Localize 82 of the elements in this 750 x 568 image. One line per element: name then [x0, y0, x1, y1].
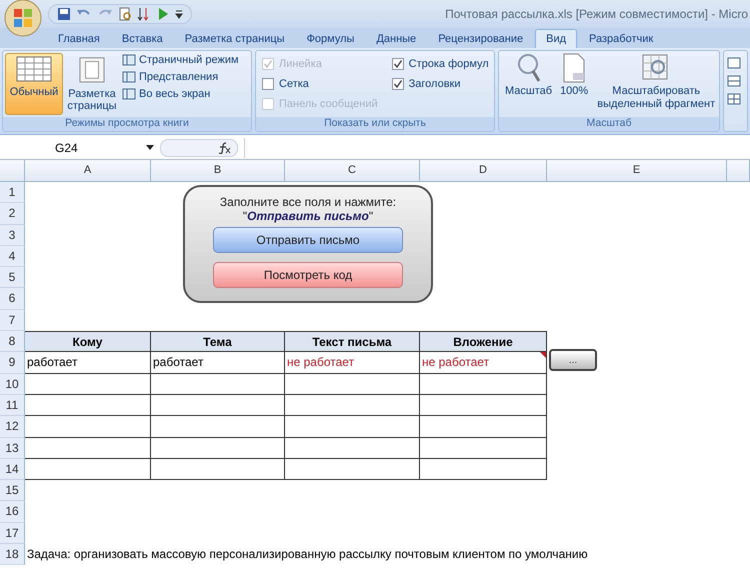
view-button[interactable]: Страничный режим [121, 53, 240, 67]
view-code-button[interactable]: Посмотреть код [213, 262, 403, 288]
ribbon-tab[interactable]: Рецензирование [428, 29, 534, 48]
column-header[interactable]: B [151, 160, 285, 182]
grid-icon [16, 56, 52, 82]
zoom-button[interactable]: Масштаб [505, 53, 552, 98]
group-label: Масштаб [499, 117, 719, 131]
group-label: Режимы просмотра книги [3, 117, 251, 131]
checkbox-icon [262, 78, 274, 90]
window-icon[interactable] [727, 57, 741, 69]
view-button[interactable]: Обычный [5, 53, 63, 115]
column-header[interactable]: E [547, 160, 727, 182]
window-icon[interactable] [727, 75, 741, 87]
checkbox-icon [262, 98, 274, 110]
table-header-cell: Вложение [420, 331, 547, 352]
column-header[interactable]: C [285, 160, 420, 182]
row-header[interactable]: 11 [0, 394, 25, 416]
magnifier-icon [516, 53, 542, 83]
checkbox-icon [392, 58, 404, 70]
row-header[interactable]: 15 [0, 480, 25, 502]
column-header[interactable]: D [420, 160, 547, 182]
window-icon [122, 88, 136, 100]
ribbon-tab[interactable]: Главная [48, 29, 110, 48]
instruction-text: Заполните все поля и нажмите: [220, 195, 396, 209]
sort-icon[interactable] [137, 7, 151, 21]
row-header[interactable]: 17 [0, 522, 25, 544]
ribbon-tab[interactable]: Разметка страницы [174, 29, 295, 48]
name-box[interactable]: G24 [0, 141, 140, 155]
zoom-button[interactable]: Масштабировать выделенный фрагмент [596, 53, 716, 110]
row-header[interactable]: 5 [0, 267, 25, 288]
ribbon-tab[interactable]: Данные [366, 29, 426, 48]
ribbon-tab[interactable]: Формулы [296, 29, 364, 48]
note-text: Задача: организовать массовую персонализированную рассылку почтовым клиентом по умолчанию [26, 546, 588, 564]
view-button[interactable]: Во весь экран [121, 87, 240, 101]
table-cell: работает [151, 352, 285, 374]
window-title: Почтовая рассылка.xls [Режим совместимости] - Micro [445, 7, 748, 21]
instruction-text: "Отправить письмо" [242, 209, 374, 223]
function-icon[interactable] [217, 142, 231, 154]
ribbon-tab[interactable]: Разработчик [579, 29, 664, 48]
browse-button[interactable]: ... [549, 349, 597, 371]
checkbox-icon [262, 58, 274, 70]
window-icon [122, 71, 136, 83]
row-header[interactable]: 6 [0, 288, 25, 310]
row-header[interactable]: 9 [0, 352, 25, 374]
group-label: Показать или скрыть [256, 117, 494, 131]
window-icon[interactable] [727, 93, 741, 105]
table-header-cell: Текст письма [285, 331, 420, 352]
customize-icon[interactable] [175, 9, 183, 19]
window-icon [122, 54, 136, 66]
table-header-cell: Кому [25, 331, 151, 352]
print-preview-icon[interactable] [118, 7, 132, 21]
checkbox[interactable]: Строка формул [392, 56, 489, 72]
row-header[interactable]: 7 [0, 310, 25, 332]
row-header[interactable]: 4 [0, 246, 25, 268]
play-icon[interactable] [156, 7, 170, 21]
row-header[interactable]: 3 [0, 224, 25, 246]
row-header[interactable]: 13 [0, 438, 25, 459]
page-icon [77, 56, 107, 84]
ribbon-tab[interactable]: Вид [535, 29, 578, 48]
checkbox[interactable]: Заголовки [392, 76, 460, 92]
zoom-button[interactable]: 100% [560, 53, 588, 98]
table-cell: не работает [285, 352, 420, 374]
row-header[interactable]: 14 [0, 458, 25, 480]
save-icon[interactable] [57, 7, 71, 21]
row-header[interactable]: 10 [0, 374, 25, 395]
table-cell: работает [25, 352, 151, 374]
table-header-cell: Тема [151, 331, 285, 352]
checkbox[interactable]: Сетка [262, 76, 309, 92]
row-header[interactable]: 1 [0, 182, 25, 204]
row-header[interactable]: 2 [0, 203, 25, 225]
ribbon-tab[interactable]: Вставка [112, 29, 173, 48]
checkbox-icon [392, 78, 404, 90]
row-header[interactable]: 8 [0, 331, 25, 352]
column-header[interactable]: A [25, 160, 151, 182]
view-button[interactable]: Разметка страницы [63, 53, 121, 115]
dropdown-icon[interactable] [146, 145, 154, 151]
page-icon [561, 53, 588, 83]
row-header[interactable]: 16 [0, 501, 25, 523]
row-header[interactable]: 18 [0, 544, 25, 566]
view-button[interactable]: Представления [121, 70, 240, 84]
row-header[interactable]: 12 [0, 416, 25, 438]
send-button[interactable]: Отправить письмо [213, 227, 403, 253]
